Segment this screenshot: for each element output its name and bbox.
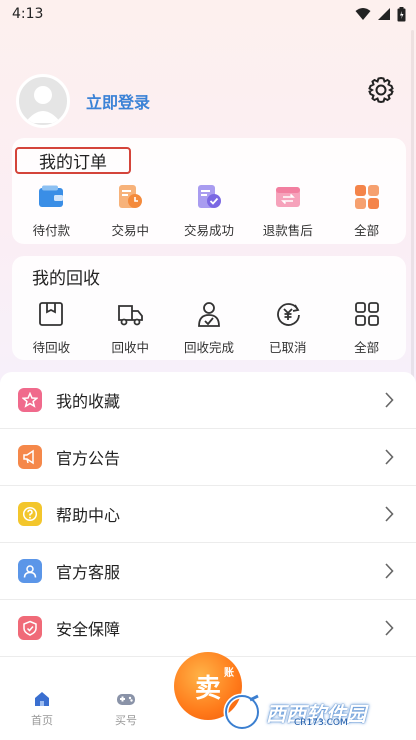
order-success[interactable]: 交易成功 [170, 183, 249, 239]
order-in-progress[interactable]: 交易中 [91, 183, 170, 239]
service-icon [18, 559, 42, 583]
avatar[interactable] [16, 74, 70, 128]
yuan-cancel-icon [276, 303, 300, 326]
chevron-right-icon [385, 620, 394, 636]
wifi-icon [355, 8, 371, 20]
recycle-cancelled[interactable]: 已取消 [248, 300, 327, 356]
recycle-item-label: 待回收 [32, 340, 71, 355]
watermark-logo-icon [223, 693, 261, 731]
status-bar: 4:13 [0, 0, 416, 28]
order-pending-payment[interactable]: 待付款 [12, 183, 91, 239]
recycle-item-label: 全部 [354, 340, 380, 355]
chevron-right-icon [385, 449, 394, 465]
status-icons [355, 6, 406, 22]
recycle-icon-row: 待回收 回收中 回收完成 已取消 全部 [12, 300, 406, 356]
grid-all-icon [354, 185, 379, 209]
recycle-in-progress[interactable]: 回收中 [91, 300, 170, 356]
person-check-icon [198, 302, 220, 327]
signal-icon [378, 8, 390, 20]
chevron-right-icon [385, 392, 394, 408]
menu-favorites[interactable]: 我的收藏 [0, 372, 416, 429]
recycle-item-label: 回收中 [111, 340, 149, 355]
battery-icon [397, 6, 406, 21]
watermark-sub: CR173.COM [294, 718, 348, 728]
menu-announcements[interactable]: 官方公告 [0, 429, 416, 486]
chevron-right-icon [385, 563, 394, 579]
home-icon [35, 692, 49, 706]
chevron-right-icon [385, 506, 394, 522]
order-refund[interactable]: 退款售后 [248, 183, 327, 239]
orders-title[interactable]: 我的订单 [15, 147, 131, 174]
recycle-done[interactable]: 回收完成 [170, 300, 249, 356]
trade-success-icon [197, 185, 221, 208]
profile-header: 立即登录 [16, 73, 400, 129]
watermark: 西西软件园 CR173.COM [222, 690, 402, 734]
wallet-icon [39, 185, 64, 207]
gamepad-icon [117, 694, 135, 705]
menu-label: 官方客服 [56, 563, 121, 582]
recycle-item-label: 已取消 [269, 340, 307, 355]
tab-label: 买号 [115, 714, 137, 727]
refund-icon [275, 187, 300, 207]
order-item-label: 交易中 [111, 223, 149, 238]
orders-icon-row: 待付款 交易中 交易成功 退款售后 全部 [12, 183, 406, 239]
status-time: 4:13 [12, 6, 44, 22]
sell-small-label: 账 [224, 668, 234, 679]
star-icon [18, 388, 42, 412]
login-link[interactable]: 立即登录 [86, 89, 150, 113]
sell-label: 卖 [194, 673, 221, 704]
megaphone-icon [18, 445, 42, 469]
menu-label: 帮助中心 [56, 506, 121, 525]
recycle-title: 我的回收 [32, 269, 100, 289]
menu-label: 官方公告 [56, 449, 121, 468]
order-item-label: 交易成功 [183, 223, 234, 238]
orders-title-text: 我的订单 [39, 153, 107, 173]
order-item-label: 待付款 [32, 223, 71, 238]
recycle-all[interactable]: 全部 [327, 300, 406, 356]
box-icon [39, 302, 64, 326]
user-placeholder-icon [25, 86, 61, 123]
shield-icon [18, 616, 42, 640]
menu-security[interactable]: 安全保障 [0, 600, 416, 657]
recycle-pending[interactable]: 待回收 [12, 300, 91, 356]
menu-help-center[interactable]: 帮助中心 [0, 486, 416, 543]
tab-home[interactable]: 首页 [0, 678, 84, 740]
truck-icon [118, 305, 144, 326]
help-icon [18, 502, 42, 526]
trade-clock-icon [119, 185, 143, 208]
menu-label: 我的收藏 [56, 392, 121, 411]
gear-icon[interactable] [366, 75, 396, 105]
recycle-item-label: 回收完成 [183, 340, 234, 355]
order-item-label: 全部 [354, 223, 380, 238]
menu-label: 安全保障 [56, 620, 121, 639]
order-item-label: 退款售后 [262, 223, 313, 238]
tab-buy[interactable]: 买号 [84, 678, 168, 740]
grid-outline-icon [354, 302, 379, 326]
menu-customer-service[interactable]: 官方客服 [0, 543, 416, 600]
tab-label: 首页 [31, 714, 53, 727]
order-all[interactable]: 全部 [327, 183, 406, 239]
